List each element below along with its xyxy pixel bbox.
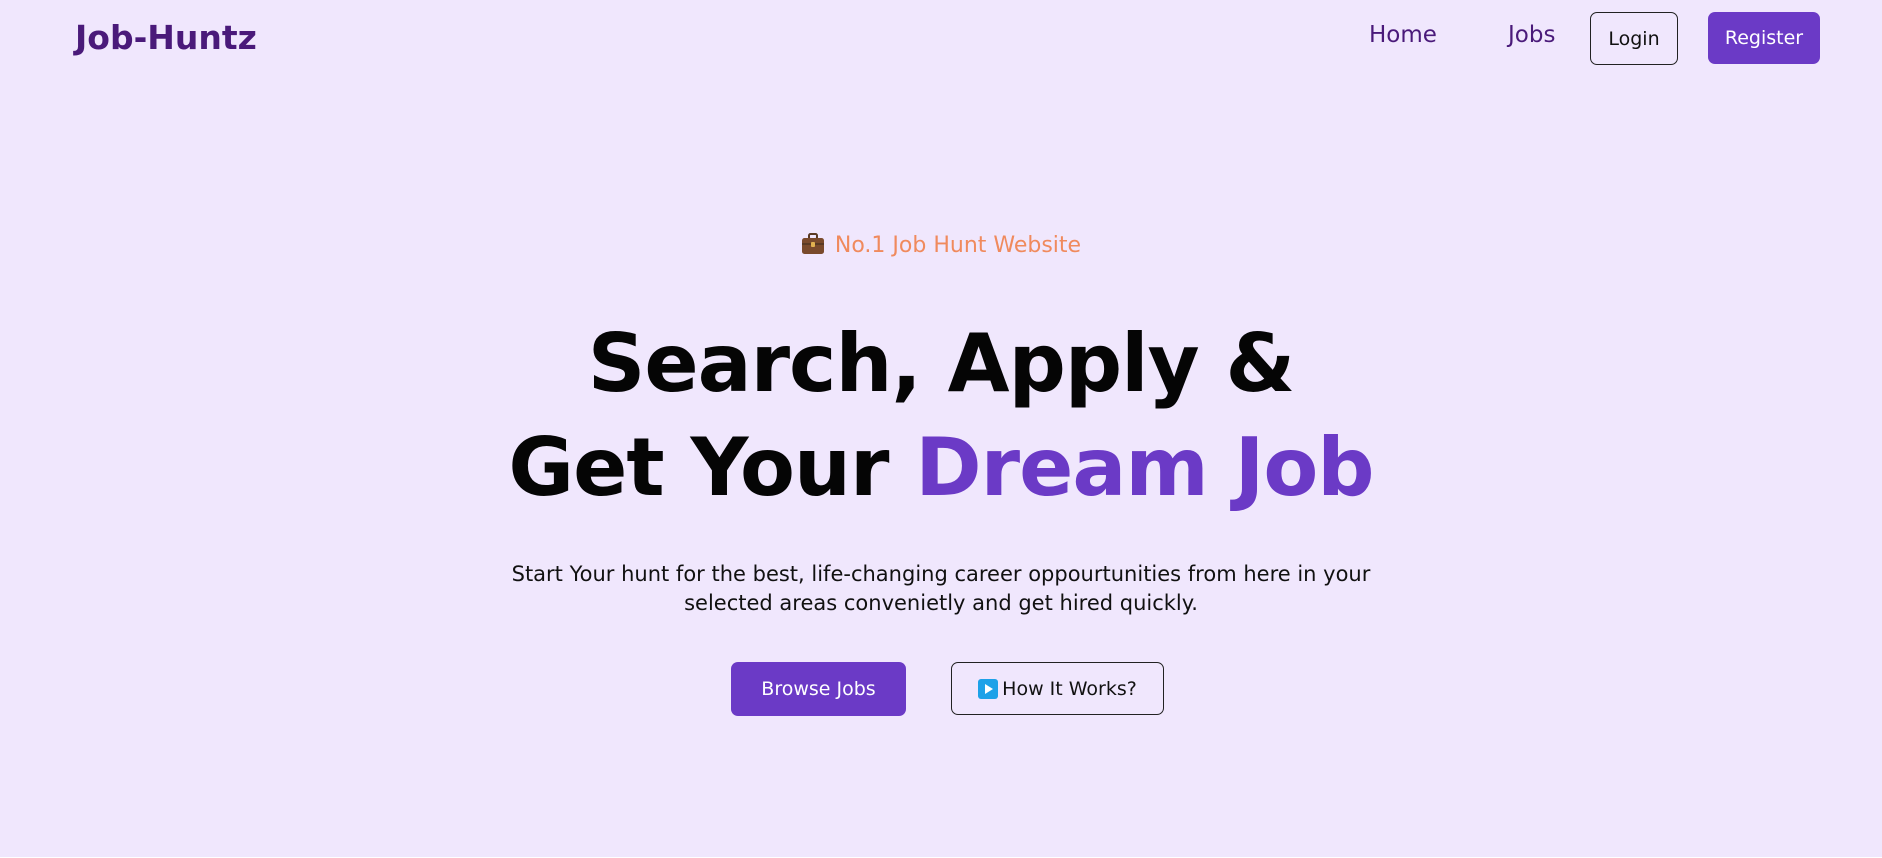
play-icon (978, 678, 999, 699)
headline-line-2-prefix: Get Your (508, 421, 916, 514)
tagline-text: No.1 Job Hunt Website (834, 233, 1082, 258)
how-it-works-button[interactable]: How It Works? (951, 662, 1164, 715)
login-button[interactable]: Login (1590, 12, 1678, 65)
hero-subtext: Start Your hunt for the best, life-chang… (0, 560, 1882, 618)
register-button-label: Register (1724, 27, 1804, 49)
browse-jobs-label: Browse Jobs (761, 678, 876, 700)
subtext-line-2: selected areas convenietly and get hired… (684, 591, 1198, 615)
how-it-works-label: How It Works? (1002, 677, 1137, 700)
headline-line-2: Get Your Dream Job (0, 416, 1882, 520)
headline-accent: Dream Job (915, 421, 1374, 514)
navbar: Job-Huntz Home Jobs Login Register (0, 0, 1882, 76)
register-button[interactable]: Register (1708, 12, 1820, 64)
headline-line-1: Search, Apply & (587, 317, 1296, 410)
nav-link-home[interactable]: Home (1369, 22, 1437, 48)
subtext-line-1: Start Your hunt for the best, life-chang… (511, 562, 1371, 586)
hero-tagline: No.1 Job Hunt Website (0, 233, 1882, 261)
browse-jobs-button[interactable]: Browse Jobs (731, 662, 906, 716)
brand-logo[interactable]: Job-Huntz (75, 18, 257, 57)
nav-link-jobs[interactable]: Jobs (1508, 22, 1555, 48)
login-button-label: Login (1608, 27, 1660, 50)
hero-headline: Search, Apply & Get Your Dream Job (0, 312, 1882, 520)
briefcase-icon (801, 233, 825, 261)
